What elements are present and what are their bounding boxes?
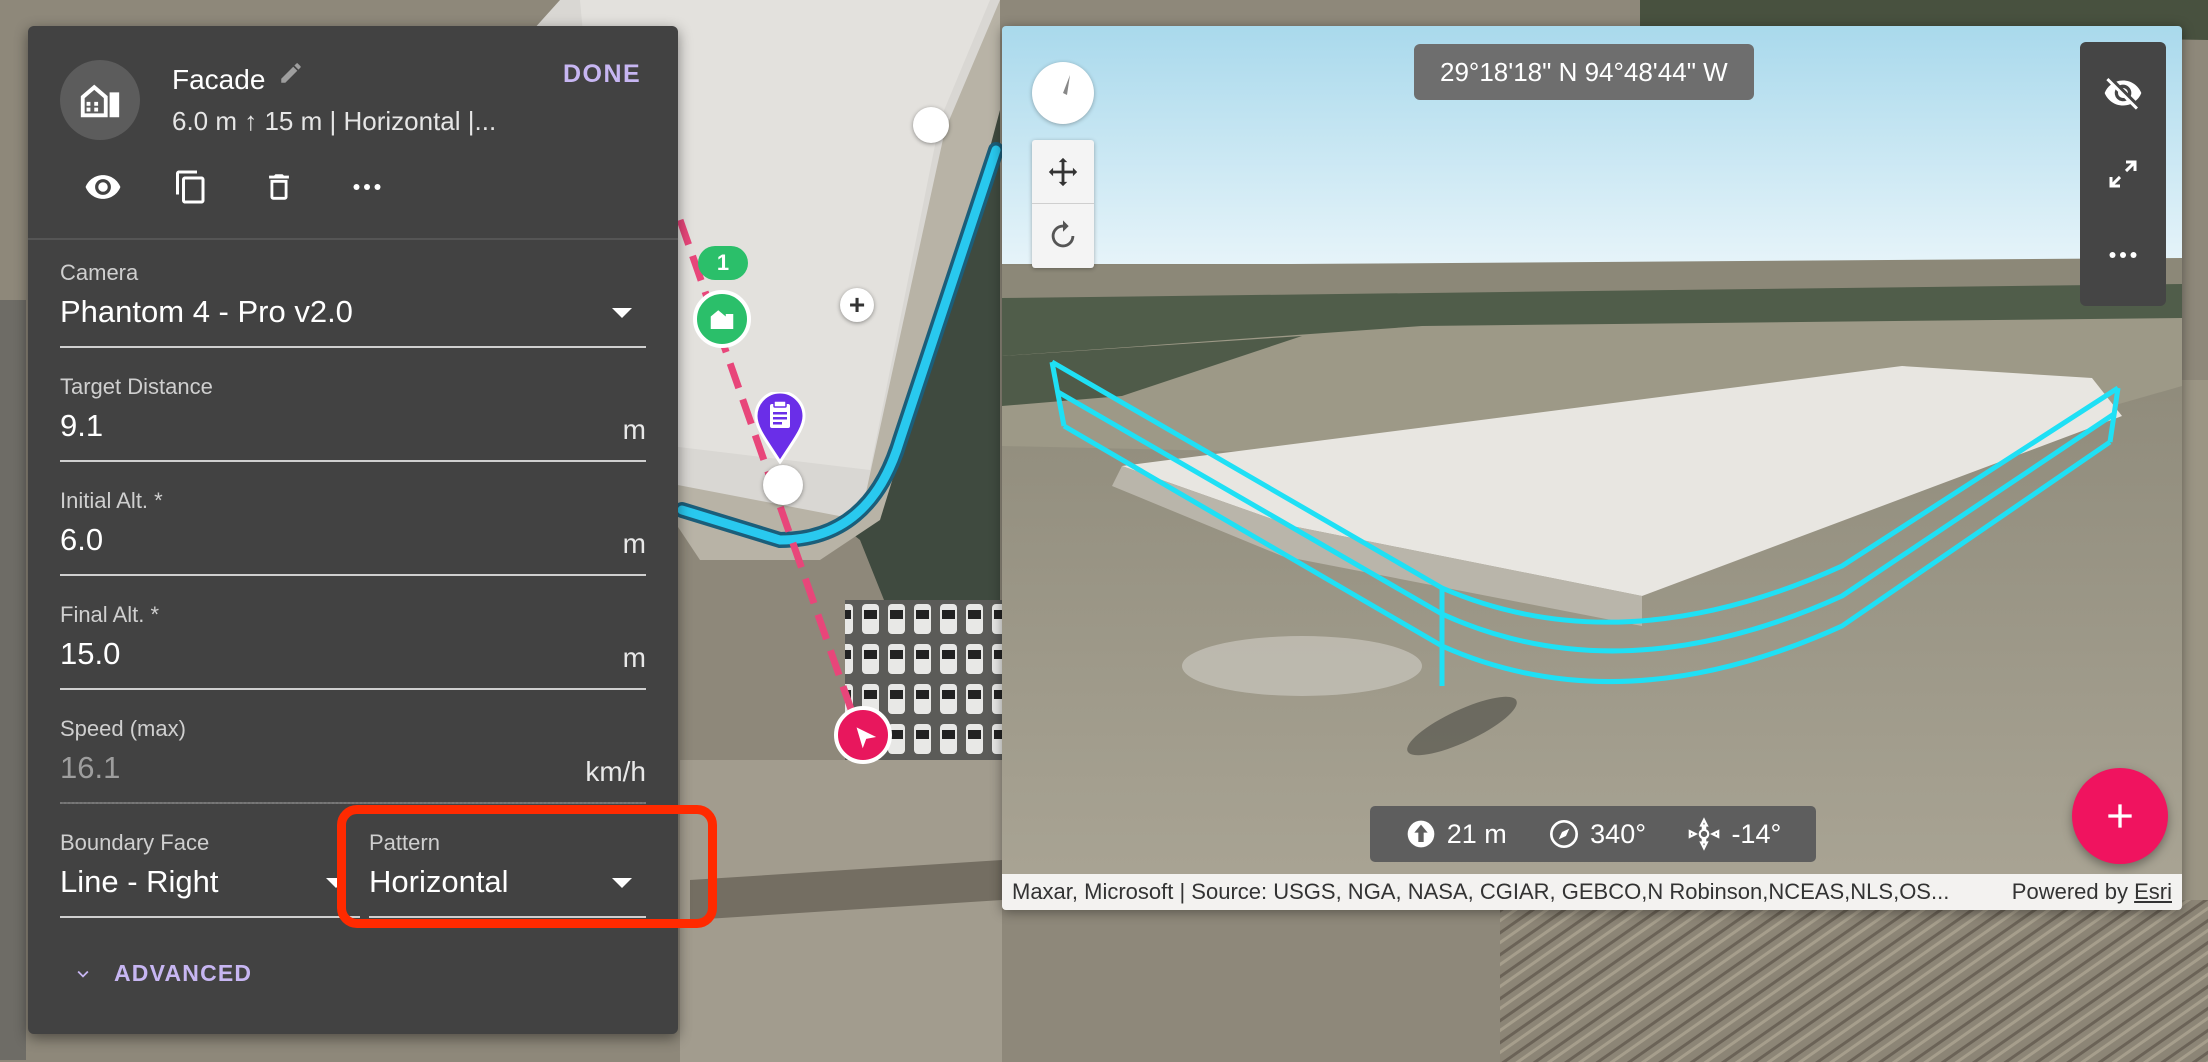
coordinates-readout: 29°18'18" N 94°48'44" W: [1414, 44, 1754, 100]
clipboard-pin-icon: [754, 390, 806, 465]
boundary-face-select[interactable]: Boundary Face Line - Right: [60, 830, 360, 930]
drone-gimbal-icon: [1689, 817, 1720, 851]
waypoint-handle-2[interactable]: [763, 465, 803, 505]
camera-label: Camera: [60, 260, 139, 285]
boundary-face-value: Line - Right: [60, 864, 219, 899]
more-icon[interactable]: [348, 168, 386, 206]
advanced-label: ADVANCED: [114, 960, 253, 986]
more-icon[interactable]: [2101, 233, 2145, 277]
scene-3d-view[interactable]: 29°18'18" N 94°48'44" W 21 m 340° -14° M…: [1002, 26, 2182, 910]
field-underline: [60, 802, 646, 804]
note-marker[interactable]: [754, 390, 806, 465]
altitude-stat: 21 m: [1405, 818, 1507, 850]
facade-icon: [710, 310, 734, 329]
fullscreen-icon[interactable]: [2101, 152, 2145, 196]
target-distance-field[interactable]: Target Distance 9.1 m: [60, 374, 646, 474]
heading-compass-icon: [1550, 820, 1579, 848]
facade-marker[interactable]: [693, 290, 751, 348]
facade-panel: Facade 6.0 m ↑ 15 m | Horizontal |... DO…: [28, 26, 717, 1034]
chevron-down-icon: [612, 308, 632, 318]
advanced-toggle[interactable]: ADVANCED: [72, 960, 252, 987]
field-underline: [60, 346, 646, 348]
add-button[interactable]: [2072, 768, 2168, 864]
start-marker[interactable]: [834, 706, 892, 764]
initial-alt-label: Initial Alt. *: [60, 488, 163, 513]
initial-alt-unit: m: [622, 528, 646, 559]
panel-toolbar: [84, 168, 386, 206]
pan-mode-button[interactable]: [1032, 140, 1094, 204]
initial-alt-field[interactable]: Initial Alt. * 6.0 m: [60, 488, 646, 588]
navigation-arrow-icon: [856, 727, 877, 749]
speed-unit: km/h: [585, 756, 646, 787]
divider: [28, 238, 678, 240]
done-button[interactable]: DONE: [563, 60, 641, 89]
heading-value: 340°: [1590, 818, 1647, 849]
final-alt-value[interactable]: 15.0: [60, 636, 120, 672]
navigation-mode-toolbar: [1032, 140, 1094, 268]
camera-select[interactable]: Camera Phantom 4 - Pro v2.0: [60, 260, 646, 360]
final-alt-label: Final Alt. *: [60, 602, 160, 627]
map-attribution: Maxar, Microsoft | Source: USGS, NGA, NA…: [1002, 874, 2182, 910]
view-controls: [2080, 42, 2166, 306]
flight-stats-bar: 21 m 340° -14°: [1370, 806, 1816, 862]
powered-by-label: Powered by: [2011, 879, 2128, 904]
waypoint-handle[interactable]: [913, 107, 949, 143]
add-waypoint-button[interactable]: +: [840, 288, 874, 322]
copy-icon[interactable]: [172, 168, 210, 206]
target-distance-label: Target Distance: [60, 374, 213, 399]
field-underline: [60, 916, 360, 918]
esri-link[interactable]: Esri: [2134, 879, 2172, 904]
facade-icon: [80, 84, 120, 118]
scene-3d-imagery: [1002, 26, 2182, 910]
field-underline: [60, 688, 646, 690]
plus-icon: [2108, 804, 2132, 828]
altitude-icon: [1407, 820, 1435, 848]
heading-stat: 340°: [1548, 818, 1646, 850]
pattern-highlight-box: [337, 805, 717, 928]
speed-field: Speed (max) 16.1 km/h: [60, 716, 646, 816]
edit-icon[interactable]: [278, 60, 304, 91]
rotate-icon: [1051, 220, 1075, 248]
altitude-value: 21 m: [1446, 818, 1507, 849]
rotate-mode-button[interactable]: [1032, 204, 1094, 268]
gimbal-value: -14°: [1731, 818, 1782, 849]
target-distance-unit: m: [622, 414, 646, 445]
powered-by: Powered by Esri: [2012, 879, 2172, 905]
visibility-off-icon[interactable]: [2101, 71, 2145, 115]
final-alt-unit: m: [622, 642, 646, 673]
camera-value: Phantom 4 - Pro v2.0: [60, 294, 353, 329]
move-icon: [1048, 157, 1078, 186]
marker-count-badge: 1: [698, 246, 748, 280]
final-alt-field[interactable]: Final Alt. * 15.0 m: [60, 602, 646, 702]
chevron-down-icon: [77, 970, 89, 978]
speed-value: 16.1: [60, 750, 121, 785]
delete-icon[interactable]: [260, 168, 298, 206]
panel-title: Facade: [172, 64, 266, 95]
compass-icon: [1056, 75, 1070, 111]
speed-label: Speed (max): [60, 716, 186, 741]
gimbal-stat: -14°: [1687, 817, 1781, 851]
compass-button[interactable]: [1032, 62, 1094, 124]
attribution-text: Maxar, Microsoft | Source: USGS, NGA, NA…: [1012, 879, 1950, 904]
field-underline: [60, 574, 646, 576]
target-distance-value[interactable]: 9.1: [60, 408, 103, 444]
initial-alt-value[interactable]: 6.0: [60, 522, 103, 558]
visibility-icon[interactable]: [84, 168, 122, 206]
field-underline: [60, 460, 646, 462]
boundary-face-label: Boundary Face: [60, 830, 210, 855]
panel-subtitle: 6.0 m ↑ 15 m | Horizontal |...: [172, 106, 497, 136]
facade-avatar: [60, 60, 140, 140]
